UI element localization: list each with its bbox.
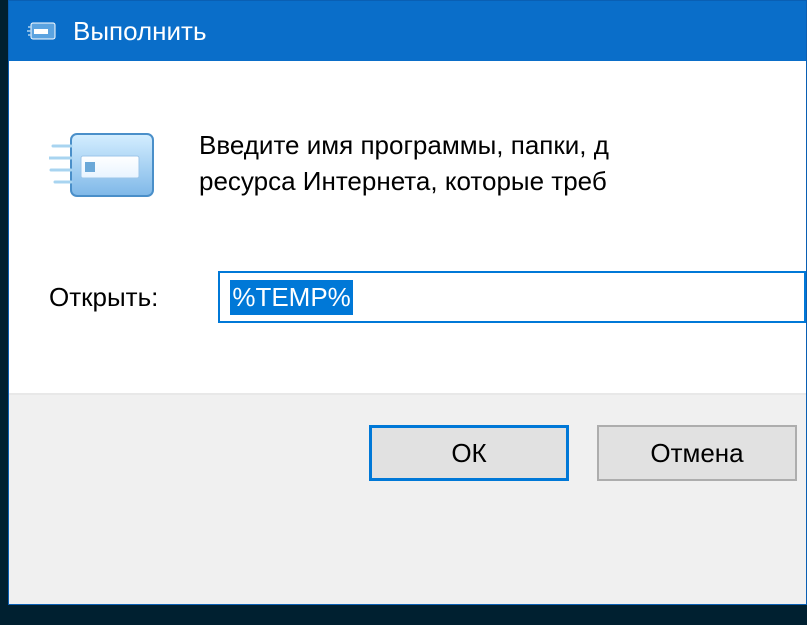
run-large-icon [49,126,159,211]
titlebar[interactable]: Выполнить [9,1,806,61]
ok-button[interactable]: ОК [369,425,569,481]
open-row: Открыть: %TEMP% [9,271,806,323]
run-dialog-window: Выполнить [8,0,807,605]
dialog-content: Введите имя программы, папки, д ресурса … [9,61,806,604]
cancel-button[interactable]: Отмена [597,425,797,481]
description-row: Введите имя программы, папки, д ресурса … [9,121,806,211]
open-label: Открыть: [49,282,158,313]
open-input[interactable]: %TEMP% [218,271,806,323]
titlebar-title: Выполнить [73,16,207,47]
open-input-value: %TEMP% [230,280,352,315]
description-text: Введите имя программы, папки, д ресурса … [199,121,609,200]
button-bar: ОК Отмена [9,395,806,604]
run-icon [27,19,57,43]
